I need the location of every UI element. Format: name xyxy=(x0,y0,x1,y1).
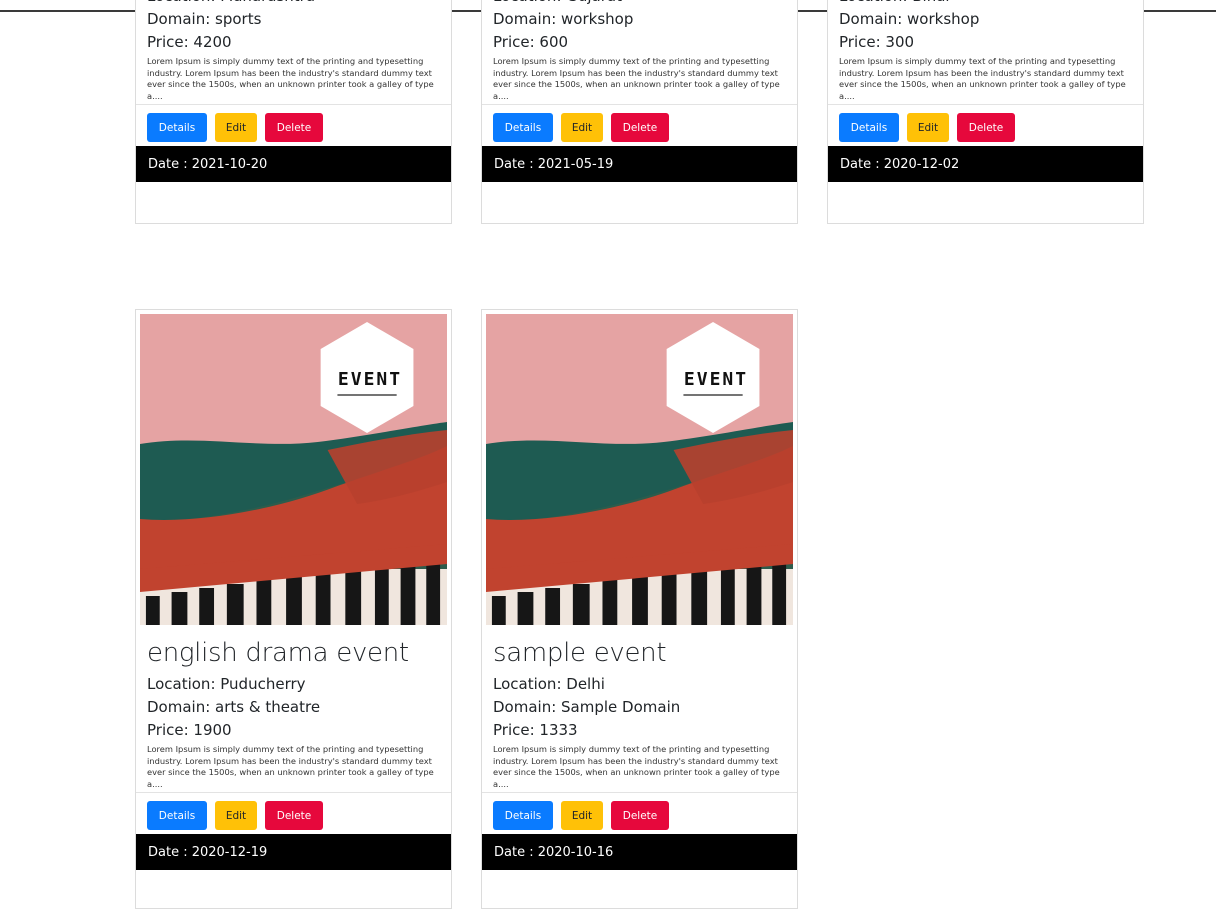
event-card: EVENT sample event Location: Delhi Domai… xyxy=(481,309,798,909)
event-card: Location: Gujarat Domain: workshop Price… xyxy=(481,0,798,224)
event-domain: Domain: arts & theatre xyxy=(147,698,321,716)
details-button[interactable]: Details xyxy=(493,801,553,830)
card-actions: Details Edit Delete xyxy=(136,792,451,834)
event-price: Price: 600 xyxy=(493,33,569,51)
details-button[interactable]: Details xyxy=(147,113,207,142)
details-button[interactable]: Details xyxy=(839,113,899,142)
edit-button[interactable]: Edit xyxy=(215,801,257,830)
details-button[interactable]: Details xyxy=(493,113,553,142)
card-actions: Details Edit Delete xyxy=(136,104,451,146)
event-domain: Domain: Sample Domain xyxy=(493,698,681,716)
event-price: Price: 1900 xyxy=(147,721,232,739)
event-location: Location: Bihar xyxy=(839,0,1132,8)
event-description: Lorem Ipsum is simply dummy text of the … xyxy=(147,744,434,789)
event-date: Date : 2021-10-20 xyxy=(136,146,451,182)
event-card: Location: Maharashtra Domain: sports Pri… xyxy=(135,0,452,224)
event-card: Location: Bihar Domain: workshop Price: … xyxy=(827,0,1144,224)
event-card: EVENT english drama event Location: Pudu… xyxy=(135,309,452,909)
event-price: Price: 4200 xyxy=(147,33,232,51)
event-domain: Domain: sports xyxy=(147,10,262,28)
event-title: english drama event xyxy=(147,638,409,668)
card-actions: Details Edit Delete xyxy=(828,104,1143,146)
event-title: sample event xyxy=(493,638,667,668)
edit-button[interactable]: Edit xyxy=(215,113,257,142)
delete-button[interactable]: Delete xyxy=(957,113,1015,142)
event-description: Lorem Ipsum is simply dummy text of the … xyxy=(493,744,780,789)
event-date: Date : 2020-12-02 xyxy=(828,146,1143,182)
card-actions: Details Edit Delete xyxy=(482,104,797,146)
event-price: Price: 1333 xyxy=(493,721,578,739)
details-button[interactable]: Details xyxy=(147,801,207,830)
delete-button[interactable]: Delete xyxy=(265,113,323,142)
event-description: Lorem Ipsum is simply dummy text of the … xyxy=(839,56,1126,101)
delete-button[interactable]: Delete xyxy=(611,113,669,142)
event-domain: Domain: workshop xyxy=(839,10,980,28)
event-badge-text: EVENT xyxy=(337,369,403,390)
event-date: Date : 2021-05-19 xyxy=(482,146,797,182)
event-price: Price: 300 xyxy=(839,33,915,51)
event-date: Date : 2020-12-19 xyxy=(136,834,451,870)
event-poster-image: EVENT xyxy=(140,314,447,625)
card-actions: Details Edit Delete xyxy=(482,792,797,834)
event-location: Location: Gujarat xyxy=(493,0,786,8)
event-location: Location: Maharashtra xyxy=(147,0,440,8)
edit-button[interactable]: Edit xyxy=(561,801,603,830)
event-badge-text: EVENT xyxy=(683,369,749,390)
delete-button[interactable]: Delete xyxy=(611,801,669,830)
edit-button[interactable]: Edit xyxy=(907,113,949,142)
event-description: Lorem Ipsum is simply dummy text of the … xyxy=(493,56,780,101)
event-location: Location: Delhi xyxy=(493,675,605,693)
event-date: Date : 2020-10-16 xyxy=(482,834,797,870)
event-domain: Domain: workshop xyxy=(493,10,634,28)
delete-button[interactable]: Delete xyxy=(265,801,323,830)
event-description: Lorem Ipsum is simply dummy text of the … xyxy=(147,56,434,101)
edit-button[interactable]: Edit xyxy=(561,113,603,142)
event-poster-image: EVENT xyxy=(486,314,793,625)
event-location: Location: Puducherry xyxy=(147,675,306,693)
